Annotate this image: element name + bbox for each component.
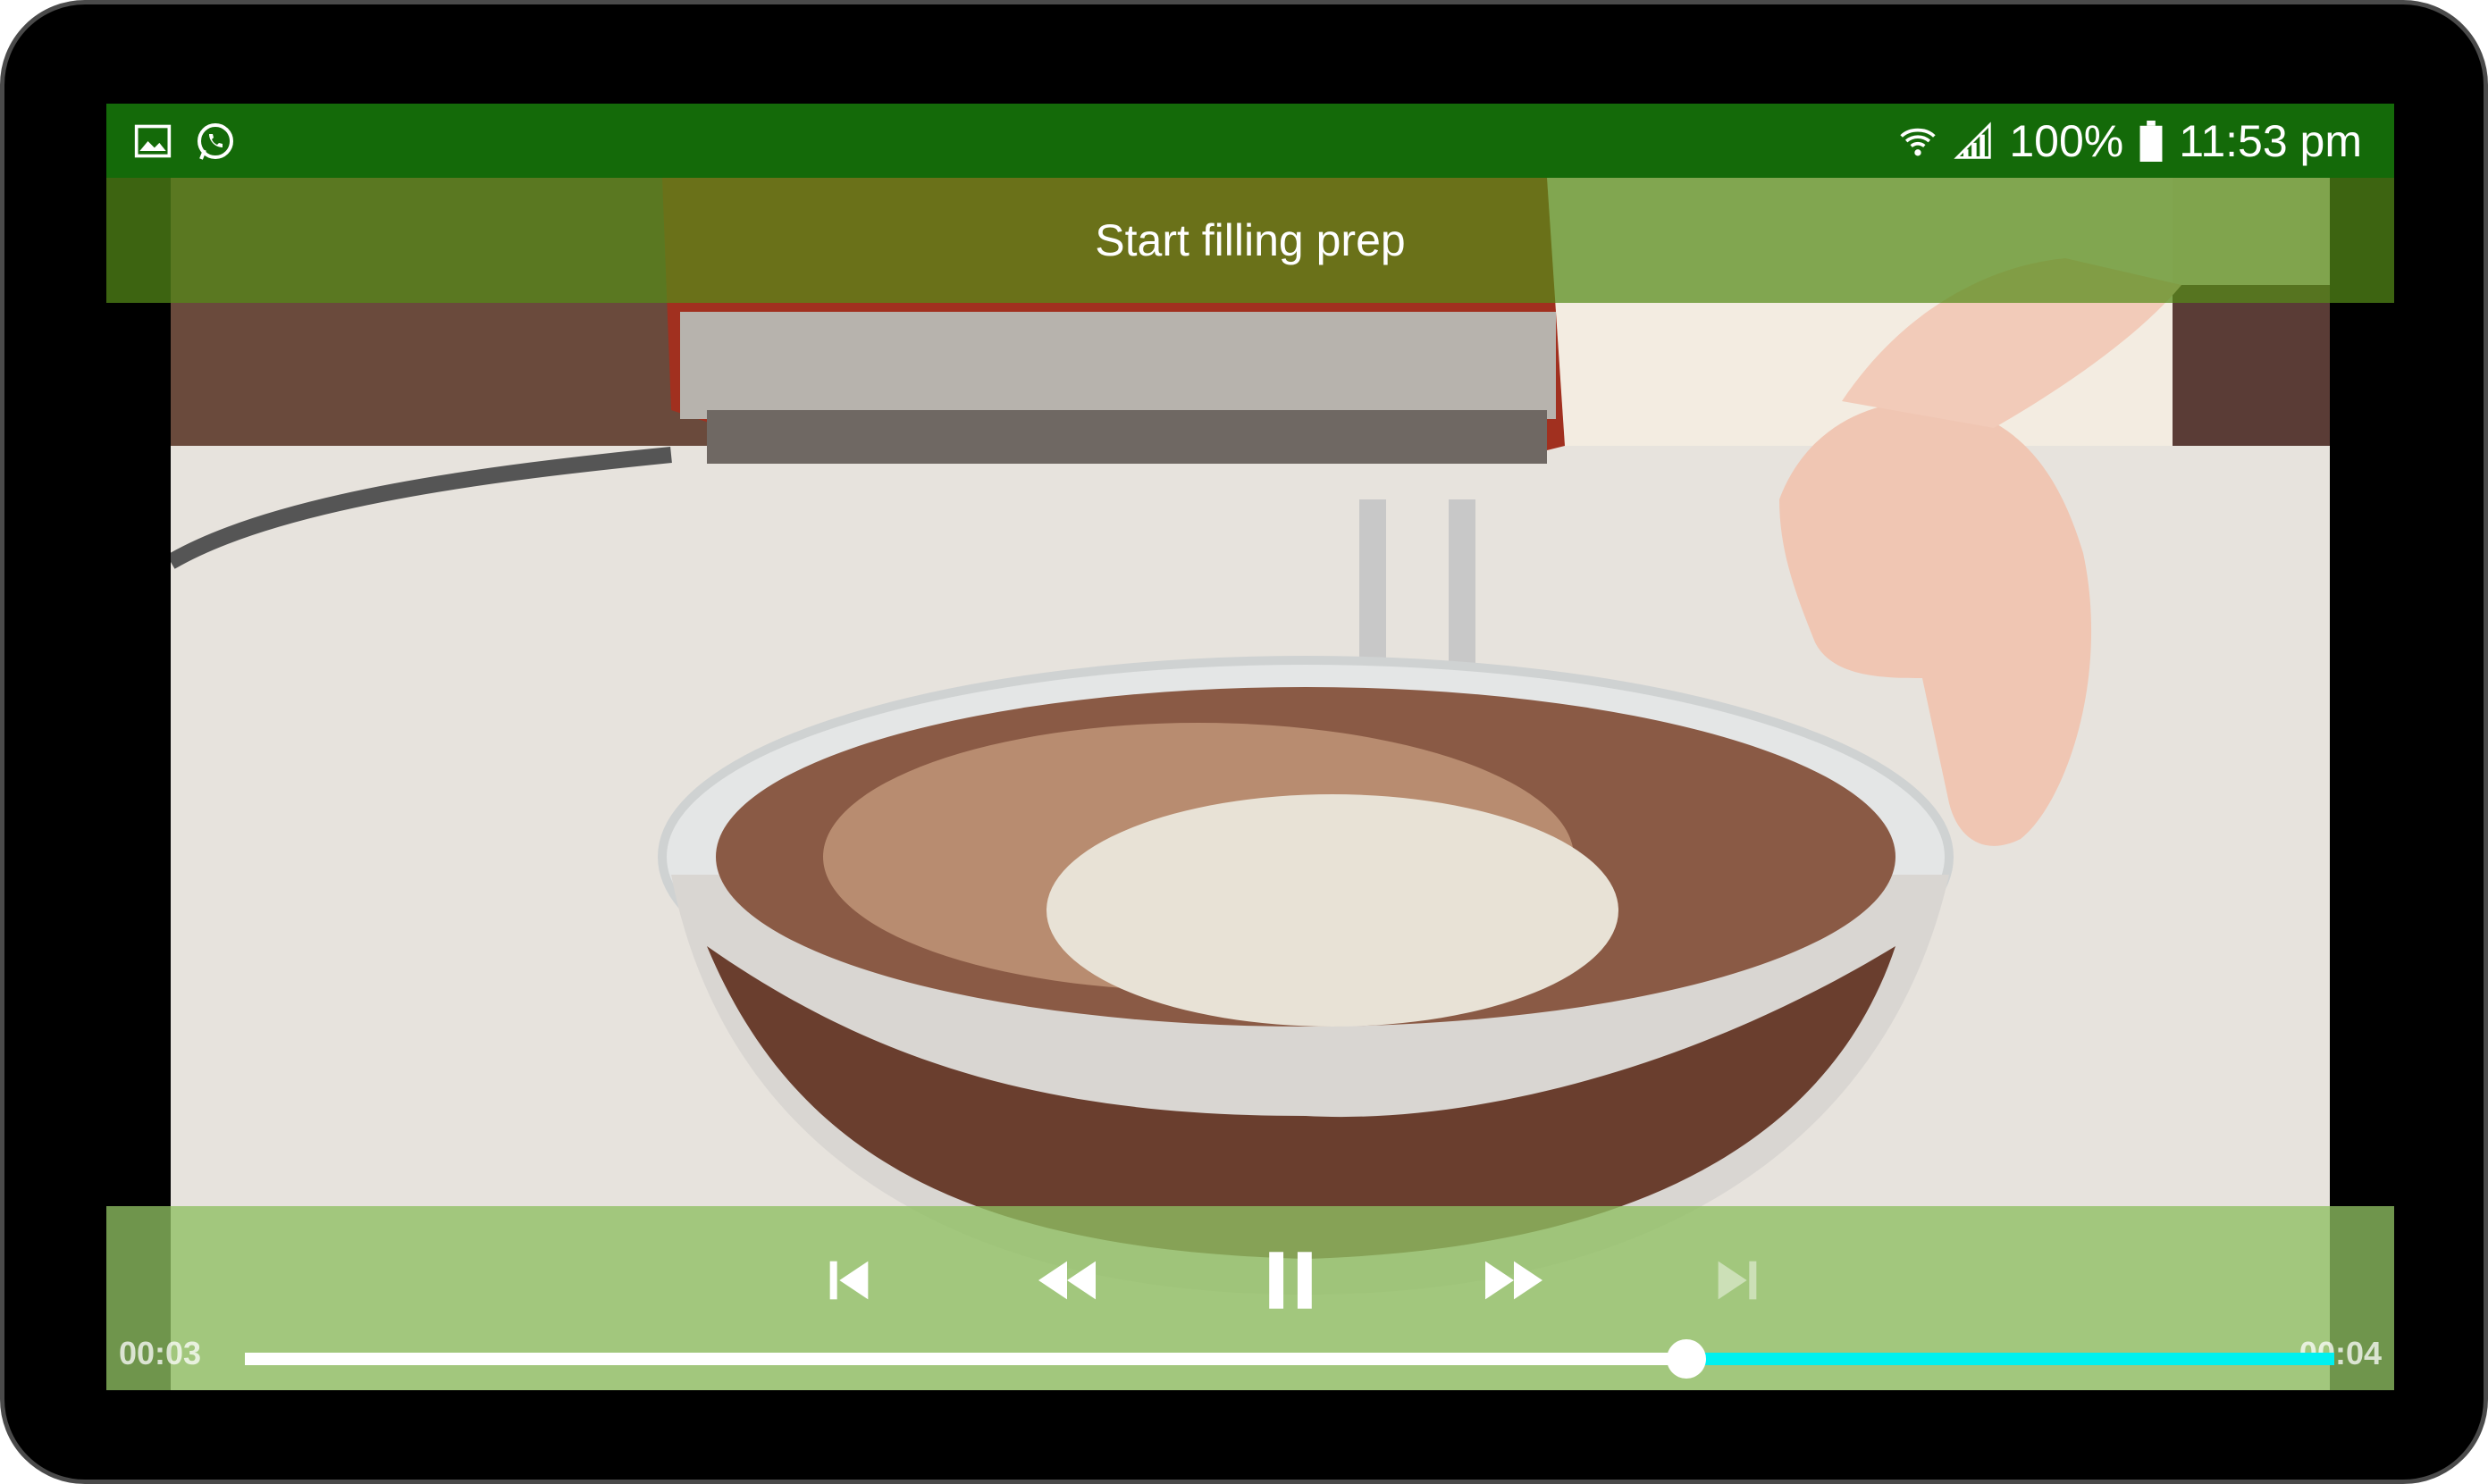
pause-icon (1269, 1252, 1312, 1309)
clock: 11:53 pm (2179, 115, 2362, 166)
video-title: Start filling prep (1095, 215, 1406, 265)
video-title-bar: Start filling prep (106, 178, 2394, 303)
fast-forward-icon (1485, 1261, 1542, 1300)
gallery-icon (133, 122, 172, 161)
pause-button[interactable] (1250, 1240, 1331, 1321)
player-controls: 00:03 00:04 (106, 1206, 2394, 1390)
status-bar: 100% 11:53 pm (106, 104, 2394, 178)
rewind-button[interactable] (1027, 1240, 1107, 1321)
next-button[interactable] (1697, 1240, 1778, 1321)
whatsapp-icon (194, 120, 237, 163)
signal-icon (1954, 121, 1993, 161)
screen: 100% 11:53 pm Start filling prep 00:03 0… (106, 104, 2394, 1390)
seek-bar[interactable] (245, 1339, 2334, 1379)
previous-icon (829, 1261, 869, 1300)
next-icon (1718, 1261, 1757, 1300)
tablet-frame: 100% 11:53 pm Start filling prep 00:03 0… (0, 0, 2488, 1484)
rewind-icon (1038, 1261, 1096, 1300)
status-bar-right: 100% 11:53 pm (1898, 104, 2362, 178)
previous-button[interactable] (809, 1240, 889, 1321)
wifi-icon (1898, 122, 1937, 161)
seek-thumb[interactable] (1667, 1339, 1707, 1379)
battery-percent: 100% (2009, 115, 2124, 166)
elapsed-time: 00:03 (119, 1335, 202, 1371)
fast-forward-button[interactable] (1474, 1240, 1554, 1321)
seek-played (245, 1353, 1687, 1365)
battery-icon (2139, 120, 2163, 162)
status-bar-left (133, 104, 237, 178)
